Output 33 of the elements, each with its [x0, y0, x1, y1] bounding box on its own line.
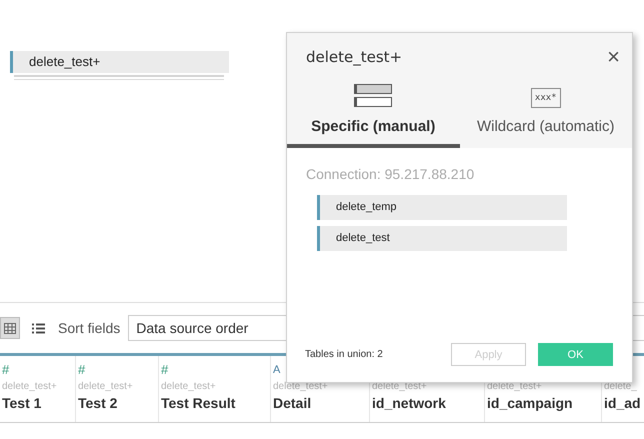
column-source: delete_test+	[273, 381, 328, 392]
column-source: delete_test+	[372, 381, 427, 392]
column-name: id_campaign	[487, 395, 573, 411]
table-list-icon	[354, 84, 392, 108]
number-type-icon[interactable]: #	[2, 362, 10, 378]
number-type-icon[interactable]: #	[78, 362, 86, 378]
grid-view-button[interactable]	[0, 317, 20, 339]
mode-tab[interactable]: xxx* Wildcard (automatic)	[460, 81, 632, 148]
close-icon[interactable]: ×	[607, 47, 620, 67]
table-item[interactable]: delete_test	[317, 226, 567, 251]
connection-label: Connection: 95.217.88.210	[306, 166, 476, 182]
string-type-icon[interactable]: A	[273, 362, 280, 378]
wildcard-pattern: xxx*	[530, 88, 561, 108]
column-source: delete_test+	[78, 381, 133, 392]
table-item[interactable]: delete_temp	[317, 195, 567, 220]
dialog-title: delete_test+	[306, 48, 402, 66]
column-source: delete_test+	[487, 381, 542, 392]
column-name: Test 1	[2, 395, 42, 411]
column-name: Test Result	[161, 395, 236, 411]
column-name: Test 2	[78, 395, 118, 411]
column-name: id_ad	[604, 395, 641, 411]
column-source: delete_test+	[161, 381, 216, 392]
sort-label: Sort fields	[58, 320, 120, 336]
column-name: Detail	[273, 395, 312, 411]
column-name: id_network	[372, 395, 446, 411]
list-icon	[32, 322, 44, 334]
column-source: delete_	[604, 381, 637, 392]
number-type-icon[interactable]: #	[161, 362, 168, 378]
mode-tab[interactable]: Specific (manual)	[287, 81, 460, 148]
column-source: delete_test+	[2, 381, 57, 392]
grid-icon	[4, 322, 16, 334]
union-count: Tables in union: 2	[305, 349, 384, 360]
table-pill[interactable]: delete_test+	[10, 51, 229, 73]
